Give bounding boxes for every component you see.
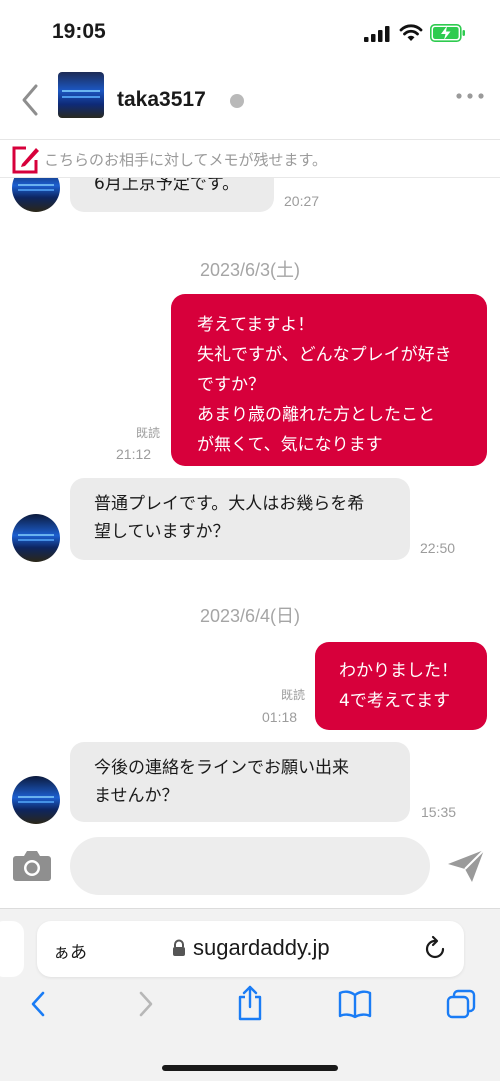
forward-icon[interactable] [134,989,158,1019]
message-bubble-outgoing: わかりました！ 4で考えてます [315,642,487,730]
message-time: 21:12 [116,446,152,462]
message-time: 01:18 [262,709,298,725]
message-time: 15:35 [421,804,457,820]
read-receipt: 既読 [280,688,305,702]
send-icon[interactable] [446,848,486,884]
memo-bar[interactable]: こちらのお相手に対してメモが残せます。 [0,140,500,178]
chat-header: taka3517 [0,62,500,140]
online-status-dot [230,94,244,108]
status-bar: 19:05 [0,0,500,62]
composer-bar [0,832,500,910]
wifi-icon [399,24,423,41]
message-bubble-outgoing: 考えてますよ！ 失礼ですが、どんなプレイが好き ですか？ あまり歳の離れた方とし… [171,294,487,466]
home-indicator[interactable] [162,1065,338,1071]
message-input[interactable] [70,837,430,895]
partner-avatar-small[interactable] [12,178,60,212]
camera-icon[interactable] [12,848,52,882]
share-icon[interactable] [236,985,264,1021]
back-icon[interactable] [26,989,50,1019]
date-divider: 2023/6/4(日) [199,606,301,626]
memo-placeholder: こちらのお相手に対してメモが残せます。 [44,151,328,169]
bookmarks-icon[interactable] [338,989,372,1019]
partner-avatar-small[interactable] [12,514,60,562]
message-time: 20:27 [284,193,320,209]
tabs-icon[interactable] [446,989,476,1019]
message-bubble-incoming: 今後の連絡をラインでお願い出来 ませんか？ [70,742,410,822]
browser-toolbar: ぁあ sugardaddy.jp [0,908,500,1081]
previous-tab-preview[interactable] [0,921,24,977]
memo-icon [12,146,39,174]
partner-avatar[interactable] [58,72,104,118]
reader-settings-button[interactable]: ぁあ [53,938,87,963]
partner-avatar-small[interactable] [12,776,60,824]
cellular-signal-icon [364,26,390,42]
clock: 19:05 [52,20,106,43]
message-bubble-incoming: 6月上京予定です。 [70,178,274,212]
back-chevron-icon[interactable] [16,80,46,120]
message-bubble-incoming: 普通プレイです。大人はお幾らを希 望していますか？ [70,478,410,560]
address-bar[interactable]: ぁあ sugardaddy.jp [37,921,464,977]
date-divider: 2023/6/3(土) [199,260,301,280]
message-list[interactable]: 6月上京予定です。 20:27 2023/6/3(土) 既読 21:12 考えて… [0,178,500,832]
message-time: 22:50 [420,540,456,556]
partner-username[interactable]: taka3517 [117,88,206,112]
more-icon[interactable] [455,86,485,106]
lock-icon [173,939,185,956]
battery-charging-icon [430,24,465,42]
reload-icon[interactable] [423,935,447,961]
read-receipt: 既読 [135,426,160,440]
url-text: sugardaddy.jp [193,935,330,960]
